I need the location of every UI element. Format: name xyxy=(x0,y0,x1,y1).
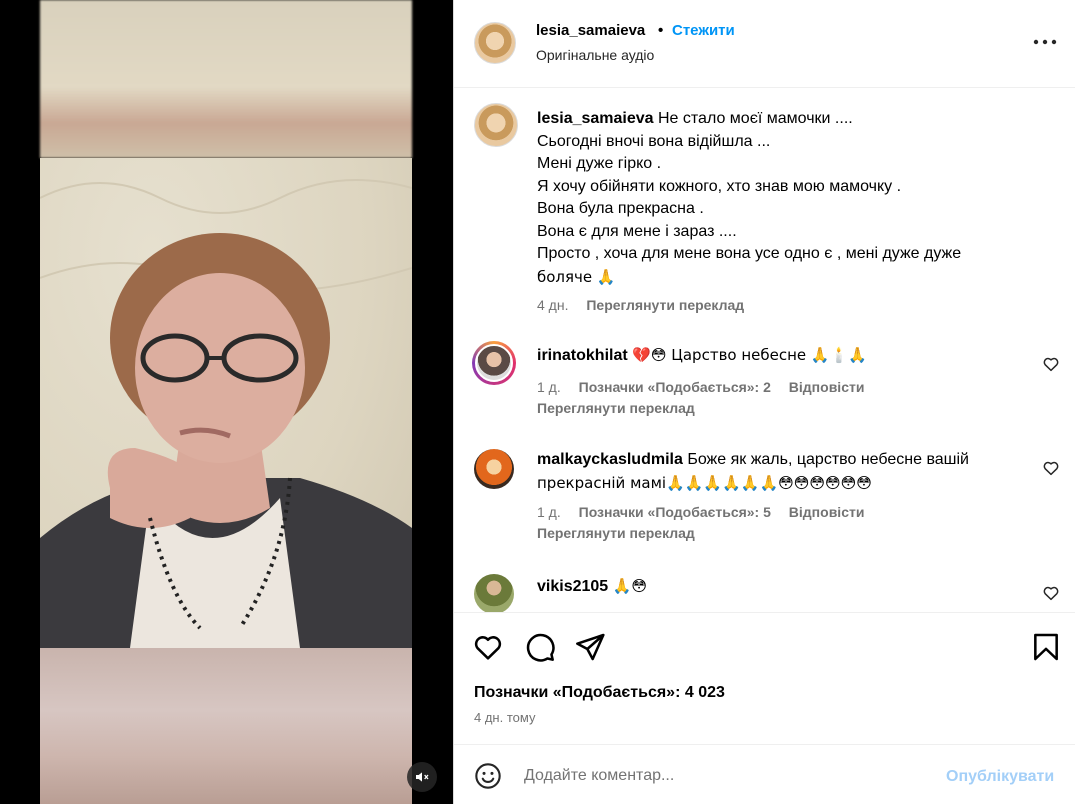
comment-time[interactable]: 1 д. xyxy=(537,504,561,520)
comment-likes[interactable]: Позначки «Подобається»: 2 xyxy=(579,379,771,395)
caption-line: Я хочу обійняти кожного, хто знав мою ма… xyxy=(537,177,902,195)
video-person-image xyxy=(40,179,412,648)
more-icon[interactable] xyxy=(1030,30,1060,54)
audio-link[interactable]: Оригінальне аудіо xyxy=(536,47,654,63)
caption-line: Мені дуже гірко . xyxy=(537,155,662,172)
caption-time[interactable]: 4 дн. xyxy=(537,297,568,313)
comment-input[interactable] xyxy=(524,761,924,791)
comment-meta: 1 д. Позначки «Подобається»: 5 Відповіст… xyxy=(537,504,878,520)
comment-body-cont: прекрасній мамі🙏🙏🙏🙏🙏🙏😳😳😳😳😳😳 xyxy=(537,473,872,492)
caption-username[interactable]: lesia_samaieva xyxy=(537,110,654,127)
comment-item: vikis2105 🙏😳 xyxy=(474,571,1064,612)
post-header: lesia_samaieva • Стежити Оригінальне ауд… xyxy=(454,0,1075,88)
likes-count[interactable]: Позначки «Подобається»: 4 023 xyxy=(474,684,725,702)
comment-body: Боже як жаль, царство небесне вашій xyxy=(687,451,969,468)
comment-like-icon[interactable] xyxy=(1042,584,1060,602)
caption-line: боляче 🙏 xyxy=(537,267,616,286)
caption-avatar[interactable] xyxy=(474,103,518,147)
comment-like-icon[interactable] xyxy=(1042,459,1060,477)
video-blurred-bottom xyxy=(40,648,412,804)
comment-username[interactable]: vikis2105 xyxy=(537,578,608,595)
comment-translate-link[interactable]: Переглянути переклад xyxy=(537,400,695,416)
comment-text: irinatokhilat 💔😳 Царство небесне 🙏🕯️🙏 xyxy=(537,344,1007,368)
caption: lesia_samaieva Не стало моєї мамочки ...… xyxy=(474,89,1064,329)
publish-button[interactable]: Опублікувати xyxy=(946,768,1054,786)
mute-icon xyxy=(416,772,429,782)
comment-text: malkayckasludmila Боже як жаль, царство … xyxy=(537,449,1007,495)
comment-likes[interactable]: Позначки «Подобається»: 5 xyxy=(579,504,771,520)
bookmark-icon[interactable] xyxy=(1030,631,1062,663)
share-icon[interactable] xyxy=(574,631,606,663)
author-username[interactable]: lesia_samaieva xyxy=(536,22,645,39)
comment-translate-link[interactable]: Переглянути переклад xyxy=(537,525,695,541)
comment-avatar[interactable] xyxy=(474,574,514,612)
caption-text: lesia_samaieva Не стало моєї мамочки ...… xyxy=(537,108,1007,289)
caption-line: Вона була прекрасна . xyxy=(537,200,704,217)
comment-time[interactable]: 1 д. xyxy=(537,379,561,395)
reply-button[interactable]: Відповісти xyxy=(789,504,865,520)
follow-button[interactable]: Стежити xyxy=(672,22,735,39)
post-details-panel: lesia_samaieva • Стежити Оригінальне ауд… xyxy=(453,0,1075,804)
comment-item: irinatokhilat 💔😳 Царство небесне 🙏🕯️🙏 1 … xyxy=(472,339,1064,429)
comment-meta: 1 д. Позначки «Подобається»: 2 Відповіст… xyxy=(537,379,878,395)
caption-line: Не стало моєї мамочки .... xyxy=(658,110,853,127)
caption-meta: 4 дн. Переглянути переклад xyxy=(537,297,758,313)
heart-icon[interactable] xyxy=(472,631,504,663)
video-blurred-top xyxy=(40,0,412,158)
comment-username[interactable]: malkayckasludmila xyxy=(537,451,683,468)
caption-translate-link[interactable]: Переглянути переклад xyxy=(586,297,744,313)
header-separator: • xyxy=(658,22,664,39)
reply-button[interactable]: Відповісти xyxy=(789,379,865,395)
comment-body: 🙏😳 xyxy=(612,577,647,595)
comment-username[interactable]: irinatokhilat xyxy=(537,347,628,364)
caption-line: Сьогодні вночі вона відійшла ... xyxy=(537,132,771,150)
comment-text: vikis2105 🙏😳 xyxy=(537,575,1007,599)
comment-body: 💔😳 Царство небесне 🙏🕯️🙏 xyxy=(632,346,867,364)
add-comment-bar: Опублікувати xyxy=(454,744,1075,804)
post-media[interactable] xyxy=(0,0,453,804)
post-time[interactable]: 4 дн. тому xyxy=(474,710,535,725)
caption-line: Вона є для мене і зараз .... xyxy=(537,222,737,240)
comment-item: malkayckasludmila Боже як жаль, царство … xyxy=(474,445,1064,555)
comment-avatar[interactable] xyxy=(472,341,516,385)
comment-icon[interactable] xyxy=(524,631,556,663)
caption-line: Просто , хоча для мене вона усе одно є ,… xyxy=(537,245,962,262)
comments-list[interactable]: lesia_samaieva Не стало моєї мамочки ...… xyxy=(454,89,1075,612)
comment-like-icon[interactable] xyxy=(1042,355,1060,373)
post-actions: Позначки «Подобається»: 4 023 4 дн. тому xyxy=(454,612,1075,738)
author-avatar[interactable] xyxy=(474,22,516,64)
video-frame[interactable] xyxy=(40,158,412,648)
comment-avatar[interactable] xyxy=(474,449,514,489)
emoji-icon[interactable] xyxy=(474,762,502,790)
mute-button[interactable] xyxy=(407,762,437,792)
